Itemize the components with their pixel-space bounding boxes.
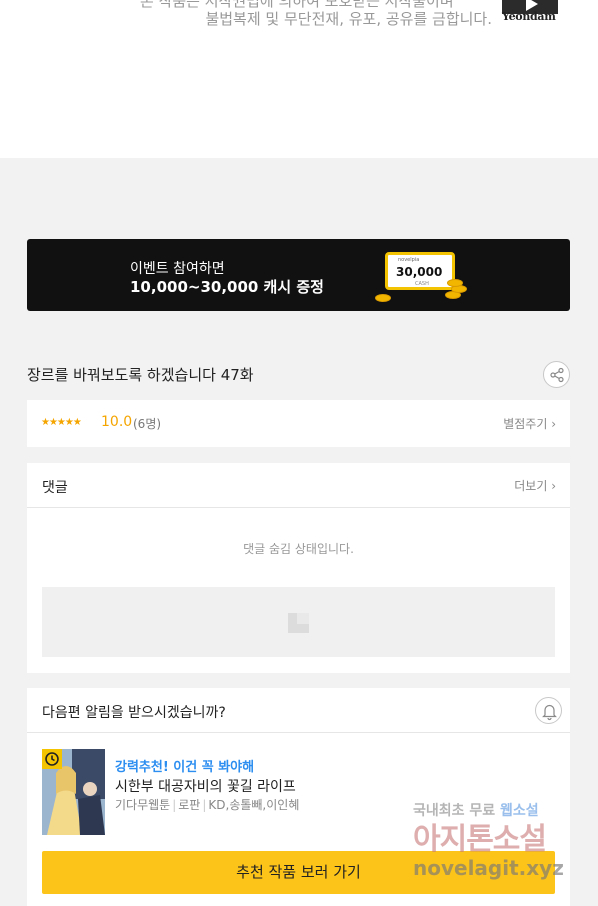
wait-free-badge [42,749,62,769]
copyright-notice-line2: 불법복제 및 무단전재, 유포, 공유를 금합니다. [205,10,492,28]
notify-question: 다음편 알림을 받으시겠습니까? [42,705,226,721]
rate-button[interactable]: 별점주기 › [503,415,556,432]
cash-card-brand: novelpia [398,257,420,263]
coin-icon [375,294,391,302]
event-banner[interactable]: 이벤트 참여하면 10,000~30,000 캐시 증정 novelpia 30… [27,239,570,311]
site-watermark: 국내최초 무료 웹소설 아지톤소설 novelagit.xyz [410,800,580,890]
comments-more-button[interactable]: 더보기 › [514,477,556,494]
recommended-work-title[interactable]: 시한부 대공자비의 꽃길 라이프 [115,776,296,796]
banner-title: 10,000~30,000 캐시 증정 [130,278,324,296]
episode-title: 장르를 바꿔보도록 하겠습니다 47화 [27,366,254,384]
comments-hidden-message: 댓글 숨김 상태입니다. [243,542,354,556]
recommend-tag: 강력추천! 이건 꼭 봐야해 [115,760,255,775]
watermark-url: novelagit.xyz [413,856,564,880]
rating-count: (6명) [133,417,162,431]
clock-icon [45,752,59,766]
cash-card-label: CASH [415,281,429,287]
ad-placeholder [42,587,555,657]
comments-header: 댓글 더보기 › [27,463,570,508]
share-button[interactable] [543,361,570,388]
copyright-section: 본 작품은 저작권법에 의하여 보호받는 저작물이며 불법복제 및 무단전재, … [0,0,598,158]
notify-header: 다음편 알림을 받으시겠습니까? [27,688,570,733]
work-category: 기다무웹툰 [115,798,171,812]
recommended-work-thumbnail[interactable] [42,749,105,835]
cash-card-icon: novelpia 30,000 CASH [385,252,455,290]
work-genre: 로판 [178,798,201,812]
comments-title: 댓글 [42,480,68,496]
star-rating-icon: ★★★★★ [41,417,82,428]
banner-subtitle: 이벤트 참여하면 [130,261,225,277]
watermark-site-name: 아지톤소설 [413,822,547,857]
share-icon [550,367,564,383]
recommended-work-meta: 기다무웹툰 | 로판 | KD,송톨빼,이인혜 [115,798,300,812]
rating-score: 10.0 [101,414,133,430]
bell-icon [542,704,557,721]
rating-card: ★★★★★ 10.0 (6명) 별점주기 › [27,400,570,447]
work-authors: KD,송톨빼,이인혜 [208,798,300,812]
image-placeholder-icon [288,613,309,633]
notify-bell-button[interactable] [535,697,562,724]
comments-card: 댓글 더보기 › 댓글 숨김 상태입니다. [27,463,570,673]
publisher-logo-text: Yeondam [502,10,556,23]
publisher-logo: Yeondam [502,0,558,24]
cash-card-amount: 30,000 [396,265,443,279]
coin-icon [447,279,463,287]
